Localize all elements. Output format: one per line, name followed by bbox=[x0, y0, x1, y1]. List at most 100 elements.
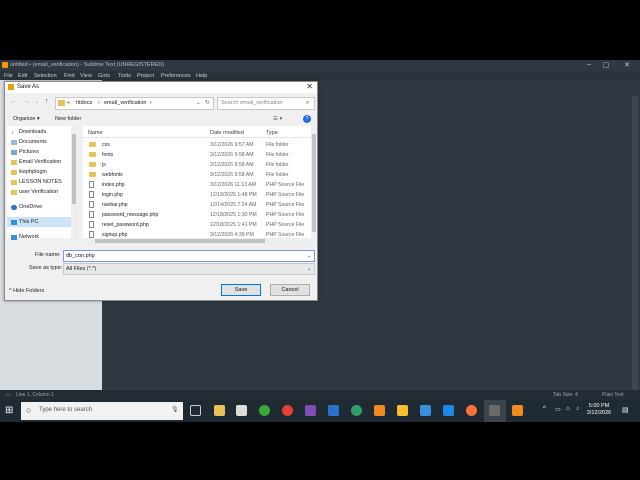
refresh-icon[interactable]: ↻ bbox=[205, 100, 210, 106]
firefox-icon[interactable] bbox=[466, 405, 477, 416]
nav-item-ikephplogin[interactable]: ikephplogin bbox=[19, 169, 47, 175]
column-header-date[interactable]: Date modified bbox=[210, 130, 244, 136]
file-row[interactable]: webfonts 3/12/2026 9:58 AM File folder bbox=[83, 170, 311, 180]
column-header-type[interactable]: Type bbox=[266, 130, 278, 136]
app-icon[interactable] bbox=[512, 405, 523, 416]
php-file-icon bbox=[89, 221, 94, 228]
search-icon[interactable]: ⌕ bbox=[306, 100, 309, 107]
editor-scrollbar[interactable] bbox=[632, 96, 638, 390]
file-name-field[interactable]: db_con.php ⌄ bbox=[63, 250, 315, 262]
php-file-icon bbox=[89, 211, 94, 218]
nav-item-this-pc[interactable]: This PC bbox=[19, 219, 39, 225]
file-row[interactable]: index.php 3/12/2026 11:13 AM PHP Source Fi… bbox=[83, 180, 311, 190]
nav-item-documents[interactable]: Documents bbox=[19, 139, 47, 145]
breadcrumb-overflow[interactable]: « bbox=[67, 100, 70, 106]
hide-folders-button[interactable]: ^ Hide Folders bbox=[9, 288, 44, 294]
file-type: PHP Source File bbox=[266, 222, 305, 228]
hscroll-thumb[interactable] bbox=[95, 239, 265, 243]
file-row[interactable]: password_message.php 12/18/2025 1:30 PM PH… bbox=[83, 210, 311, 220]
taskbar-search[interactable]: ○ Type here to search 🎙 bbox=[21, 402, 183, 420]
nav-item-user-verification[interactable]: user Verification bbox=[19, 189, 58, 195]
menu-find[interactable]: Find bbox=[64, 73, 75, 79]
help-icon[interactable]: ? bbox=[303, 115, 311, 123]
file-type: PHP Source File bbox=[266, 182, 305, 188]
nav-item-lesson-notes[interactable]: LESSON NOTES bbox=[19, 179, 62, 185]
search-box[interactable]: Search email_verification ⌕ bbox=[217, 97, 315, 110]
app-icon[interactable] bbox=[328, 405, 339, 416]
tray-chevron-icon[interactable]: ^ bbox=[543, 406, 546, 412]
recent-dropdown-icon[interactable]: ⌄ bbox=[35, 99, 39, 105]
nav-item-network[interactable]: Network bbox=[19, 234, 39, 240]
file-explorer-icon[interactable] bbox=[214, 405, 225, 416]
edge-icon[interactable] bbox=[351, 405, 362, 416]
store-icon[interactable] bbox=[236, 405, 247, 416]
microphone-icon[interactable]: 🎙 bbox=[171, 406, 179, 413]
clock[interactable]: 5:00 PM 3/12/2026 bbox=[584, 403, 614, 417]
volume-icon[interactable]: ♪ bbox=[576, 406, 579, 412]
file-row[interactable]: navbar.php 12/14/2025 7:24 AM PHP Source F… bbox=[83, 200, 311, 210]
menu-view[interactable]: View bbox=[80, 73, 92, 79]
battery-icon[interactable]: ▭ bbox=[555, 406, 561, 413]
menu-preferences[interactable]: Preferences bbox=[161, 73, 191, 79]
menu-selection[interactable]: Selection bbox=[34, 73, 57, 79]
close-icon[interactable]: ✕ bbox=[620, 61, 634, 69]
nav-scroll-thumb[interactable] bbox=[72, 134, 76, 204]
save-as-type-dropdown-icon[interactable]: ⌄ bbox=[307, 266, 312, 272]
status-tab-size[interactable]: Tab Size: 4 bbox=[553, 392, 578, 398]
network-icon[interactable]: ⌂ bbox=[566, 406, 570, 412]
menu-tools[interactable]: Tools bbox=[118, 73, 131, 79]
up-icon[interactable]: ↑ bbox=[45, 98, 49, 105]
menu-edit[interactable]: Edit bbox=[18, 73, 27, 79]
clock-time: 5:00 PM bbox=[588, 403, 610, 409]
nav-item-onedrive[interactable]: OneDrive bbox=[19, 204, 42, 210]
nav-pane-scrollbar[interactable] bbox=[71, 126, 77, 244]
vscroll-thumb[interactable] bbox=[312, 134, 316, 232]
file-row[interactable]: fonts 3/12/2026 9:58 AM File folder bbox=[83, 150, 311, 160]
breadcrumb-email-verification[interactable]: email_verification bbox=[104, 100, 147, 106]
menu-goto[interactable]: Goto bbox=[98, 73, 110, 79]
address-dropdown-icon[interactable]: ⌄ bbox=[196, 100, 201, 106]
save-button[interactable]: Save bbox=[221, 284, 261, 296]
nav-item-pictures[interactable]: Pictures bbox=[19, 149, 39, 155]
breadcrumb-htdocs[interactable]: htdocs bbox=[76, 100, 92, 106]
status-syntax[interactable]: Plain Text bbox=[602, 392, 624, 398]
visual-studio-icon[interactable] bbox=[305, 405, 316, 416]
back-icon[interactable]: ← bbox=[10, 98, 17, 105]
maximize-icon[interactable]: ▢ bbox=[599, 61, 613, 69]
cancel-button[interactable]: Cancel bbox=[270, 284, 310, 296]
column-header-name[interactable]: Name bbox=[88, 130, 103, 136]
xampp-icon[interactable] bbox=[374, 405, 385, 416]
menu-help[interactable]: Help bbox=[196, 73, 207, 79]
notifications-icon[interactable]: ▤ bbox=[622, 406, 629, 414]
file-row[interactable]: css 3/12/2026 9:57 AM File folder bbox=[83, 140, 311, 150]
nav-item-email-verification[interactable]: Email Verification bbox=[19, 159, 61, 165]
view-options-icon[interactable]: ☰ ▾ bbox=[273, 116, 282, 122]
minimize-icon[interactable]: – bbox=[582, 61, 596, 68]
file-row[interactable]: reset_password.php 12/18/2025 1:41 PM PHP … bbox=[83, 220, 311, 230]
address-bar[interactable]: « htdocs › email_verification › ⌄ ↻ bbox=[55, 97, 214, 110]
file-name: reset_password.php bbox=[102, 222, 149, 228]
dialog-title: Save As bbox=[17, 84, 40, 90]
nav-item-downloads[interactable]: Downloads bbox=[19, 129, 46, 135]
xbox-icon[interactable] bbox=[259, 405, 270, 416]
file-list-vscrollbar[interactable] bbox=[311, 126, 317, 238]
menu-project[interactable]: Project bbox=[137, 73, 154, 79]
new-folder-button[interactable]: New folder bbox=[55, 116, 81, 122]
menubar: File Edit Selection Find View Goto Tools… bbox=[0, 71, 640, 80]
task-view-icon[interactable] bbox=[190, 405, 201, 416]
save-as-type-select[interactable]: All Files (*.*) ⌄ bbox=[63, 263, 315, 275]
windows-start-icon[interactable]: ⊞ bbox=[5, 405, 13, 416]
file-name-dropdown-icon[interactable]: ⌄ bbox=[307, 253, 312, 259]
organize-button[interactable]: Organize ▾ bbox=[13, 116, 40, 122]
file-type: File folder bbox=[266, 162, 289, 168]
vscode-icon[interactable] bbox=[443, 405, 454, 416]
app-icon[interactable] bbox=[420, 405, 431, 416]
chrome-icon[interactable] bbox=[282, 405, 293, 416]
status-icon[interactable]: ▭ bbox=[6, 392, 11, 398]
file-row[interactable]: js 3/12/2026 9:58 AM File folder bbox=[83, 160, 311, 170]
menu-file[interactable]: File bbox=[4, 73, 13, 79]
dialog-close-icon[interactable]: ✕ bbox=[306, 82, 313, 91]
app-icon[interactable] bbox=[397, 405, 408, 416]
file-row[interactable]: login.php 12/18/2025 1:48 PM PHP Source Fi… bbox=[83, 190, 311, 200]
forward-icon[interactable]: → bbox=[23, 98, 30, 105]
